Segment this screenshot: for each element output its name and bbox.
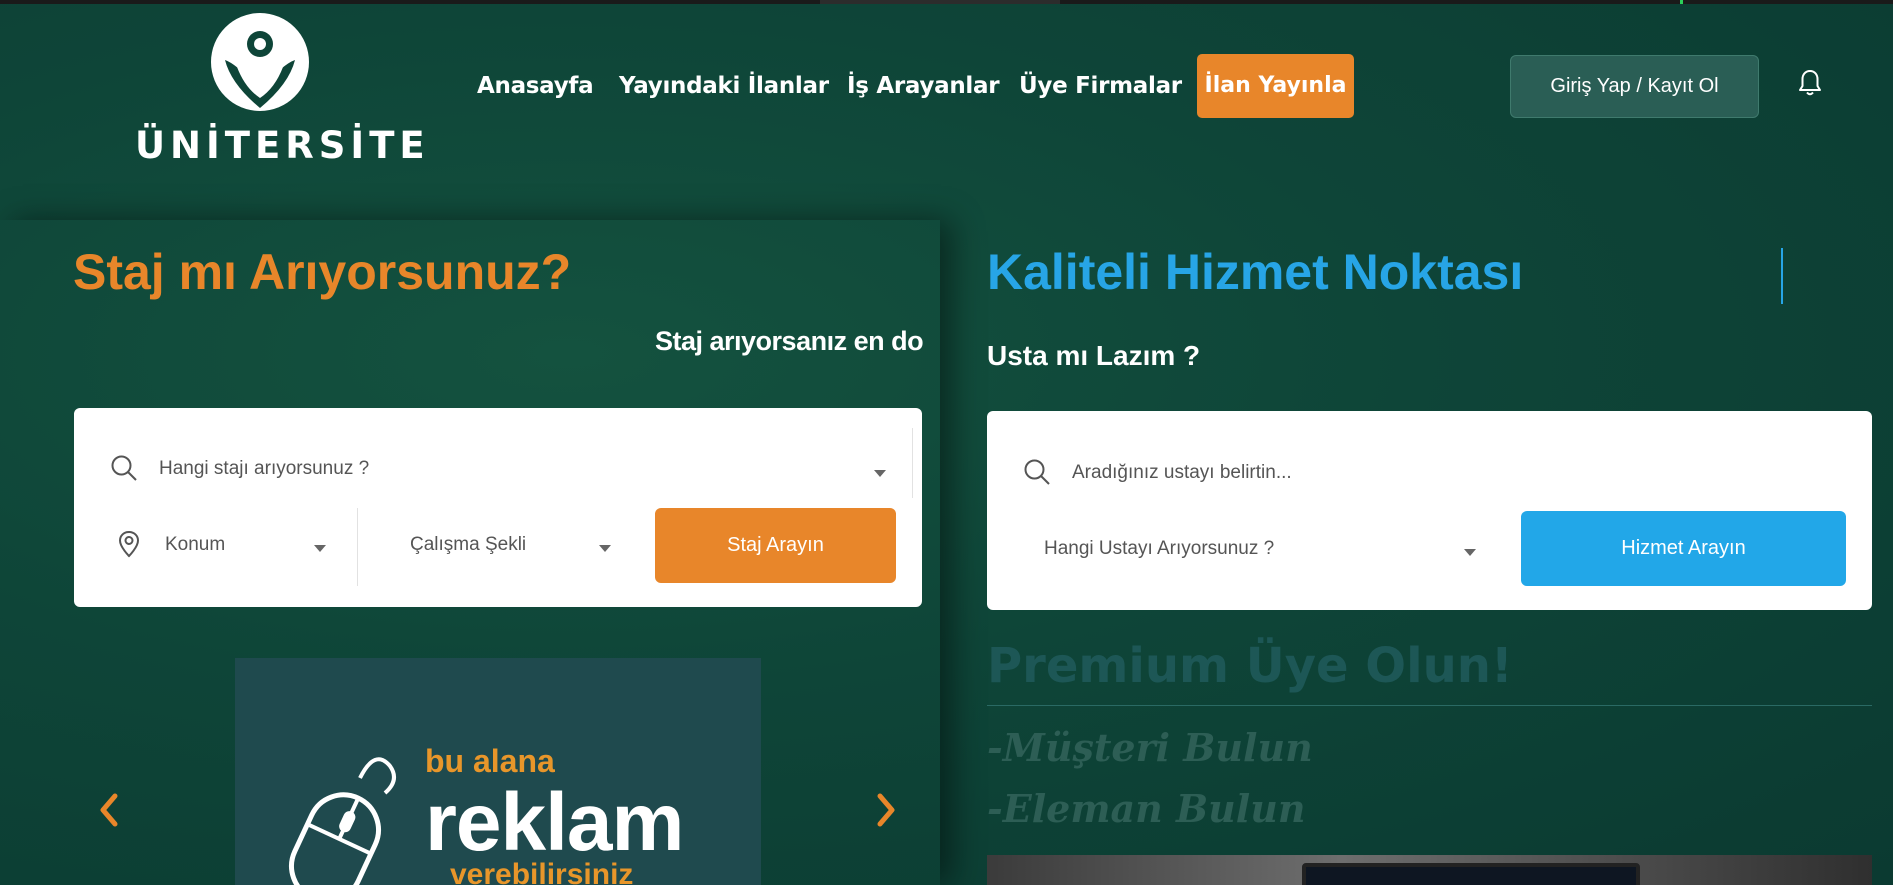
internship-search-button[interactable]: Staj Arayın (655, 508, 896, 583)
service-search-card: Aradığınız ustayı belirtin... Hangi Usta… (987, 411, 1872, 610)
bell-icon[interactable] (1797, 68, 1823, 98)
ad-line1: bu alana (425, 743, 555, 779)
nav-member-companies[interactable]: Üye Firmalar (1019, 55, 1182, 117)
logo-mark-icon (211, 13, 309, 111)
premium-title: Premium Üye Olun! (987, 638, 1513, 694)
service-search-button[interactable]: Hizmet Arayın (1521, 511, 1846, 586)
login-register-button[interactable]: Giriş Yap / Kayıt Ol (1510, 55, 1759, 118)
carousel-prev-icon[interactable] (97, 790, 121, 830)
chevron-down-icon[interactable] (874, 470, 886, 477)
internship-search-input[interactable]: Hangi stajı arıyorsunuz ? (159, 458, 369, 480)
brand-name: ÜNİTERSİTE (135, 124, 430, 167)
location-select[interactable]: Konum (165, 534, 225, 556)
post-listing-button[interactable]: İlan Yayınla (1197, 54, 1354, 118)
search-icon (1024, 459, 1050, 485)
carousel-next-icon[interactable] (874, 790, 898, 830)
typing-cursor (1781, 248, 1783, 304)
ad-line2: reklam (425, 777, 684, 868)
top-strip-segment (820, 0, 1060, 4)
promo-image (987, 855, 1872, 885)
divider (357, 508, 358, 586)
site-logo[interactable]: ÜNİTERSİTE (135, 12, 425, 167)
browser-top-strip (0, 0, 1893, 4)
service-search-input[interactable]: Aradığınız ustayı belirtin... (1072, 462, 1292, 484)
chevron-down-icon[interactable] (1464, 549, 1476, 556)
location-pin-icon (118, 530, 140, 558)
service-title: Kaliteli Hizmet Noktası (987, 244, 1524, 300)
internship-marquee-text: Staj arıyorsanız en doğ (655, 326, 923, 356)
nav-published-listings[interactable]: Yayındaki İlanlar (619, 55, 829, 117)
search-icon (111, 455, 137, 481)
premium-divider (987, 705, 1872, 706)
laptop-screen (1302, 863, 1640, 885)
ad-banner[interactable]: bu alana reklam verebilirsiniz (235, 658, 761, 885)
mouse-icon (289, 757, 396, 885)
divider (912, 428, 913, 498)
chevron-down-icon[interactable] (599, 545, 611, 552)
internship-search-card: Hangi stajı arıyorsunuz ? Konum Çalışma … (74, 408, 922, 607)
internship-title: Staj mı Arıyorsunuz? (73, 244, 572, 300)
nav-home[interactable]: Anasayfa (477, 55, 594, 117)
chevron-down-icon[interactable] (314, 545, 326, 552)
craftsman-select[interactable]: Hangi Ustayı Arıyorsunuz ? (1044, 538, 1274, 560)
service-subtitle: Usta mı Lazım ? (987, 340, 1201, 371)
internship-marquee: Staj arıyorsanız en doğ (655, 326, 923, 366)
premium-feature: -Müşteri Bulun (987, 725, 1313, 770)
top-strip-indicator (1680, 0, 1683, 4)
nav-job-seekers[interactable]: İş Arayanlar (847, 55, 1000, 117)
premium-feature: -Eleman Bulun (987, 786, 1306, 831)
work-type-select[interactable]: Çalışma Şekli (410, 534, 526, 556)
ad-line3: verebilirsiniz (450, 858, 634, 885)
